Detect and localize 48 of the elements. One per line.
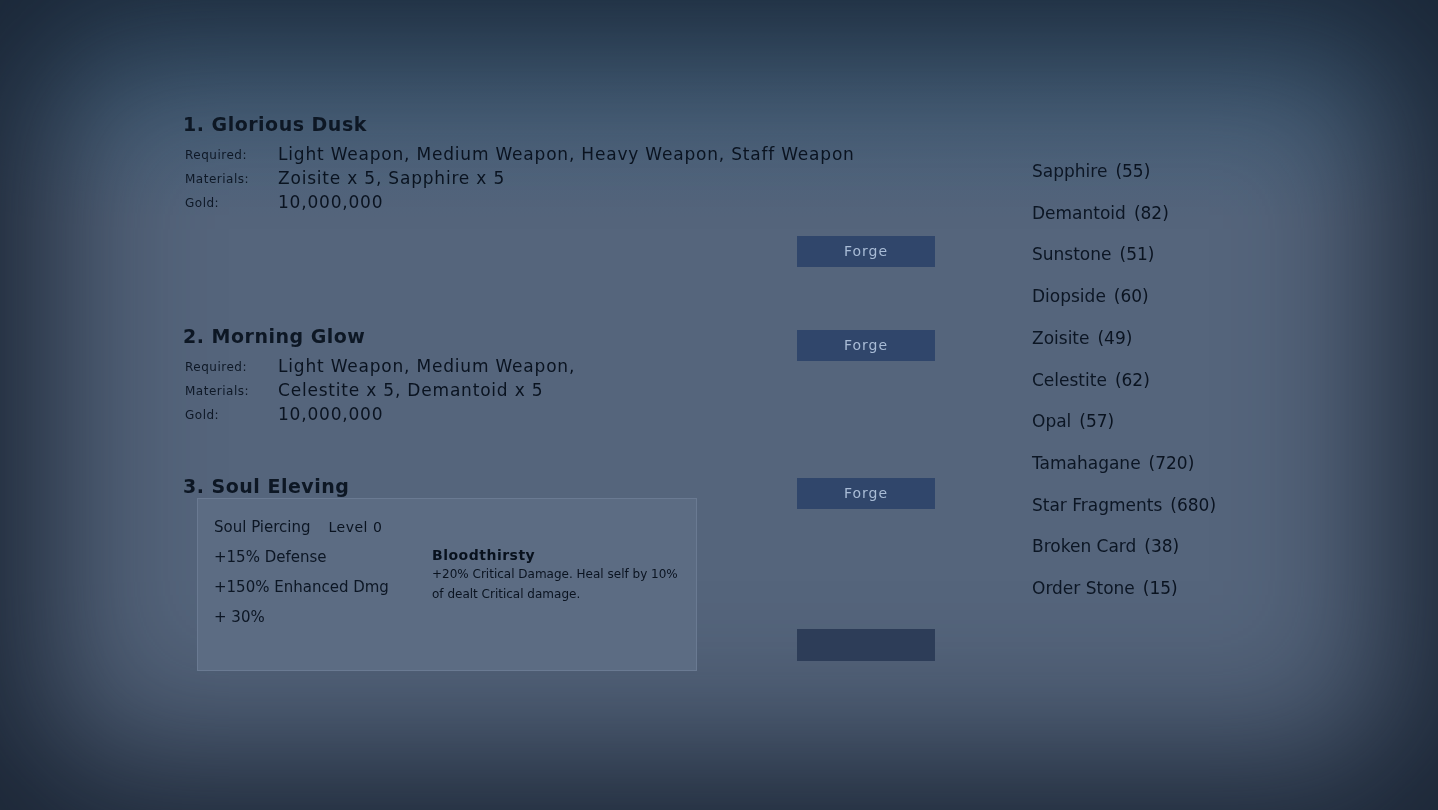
material-count: (38) <box>1144 535 1180 559</box>
material-name: Tamahagane <box>1032 451 1141 475</box>
skill-level: Level 0 <box>328 517 383 537</box>
recipe-title: 2. Morning Glow <box>183 324 366 348</box>
field-label: Required: <box>185 147 247 164</box>
field-label: Gold: <box>185 407 220 424</box>
material-name: Diopside <box>1032 285 1106 309</box>
effect-description: +20% Critical Damage. Heal self by 10% of dealt Critical damage. <box>432 566 679 603</box>
material-count: (57) <box>1079 410 1115 434</box>
skill-name: Soul Piercing <box>214 516 311 538</box>
material-name: Broken Card <box>1032 535 1137 559</box>
field-value: 10,000,000 <box>278 403 384 427</box>
field-label: Materials: <box>185 171 250 188</box>
forge-button[interactable]: Forge <box>797 330 935 361</box>
recipe-title: 3. Soul Eleving <box>183 474 350 498</box>
material-name: Sunstone <box>1032 243 1112 267</box>
material-name: Order Stone <box>1032 576 1135 600</box>
effect-name: Bloodthirsty <box>432 546 536 564</box>
material-count: (720) <box>1148 451 1195 475</box>
forge-button[interactable]: Forge <box>797 236 935 267</box>
field-value: Zoisite x 5, Sapphire x 5 <box>278 167 505 191</box>
field-label: Materials: <box>185 383 250 400</box>
field-value: Celestite x 5, Demantoid x 5 <box>278 379 544 403</box>
bonus-text: +15% Defense <box>214 546 327 568</box>
bonus-text: + 30% <box>214 606 265 628</box>
blank-button[interactable] <box>797 629 935 661</box>
material-count: (49) <box>1097 326 1133 350</box>
material-count: (55) <box>1115 160 1151 184</box>
material-count: (62) <box>1114 368 1150 392</box>
material-name: Demantoid <box>1032 201 1126 225</box>
field-label: Gold: <box>185 195 220 212</box>
field-label: Required: <box>185 359 247 376</box>
field-value: 10,000,000 <box>278 191 384 215</box>
material-count: (680) <box>1170 493 1217 517</box>
bonus-text: +150% Enhanced Dmg <box>214 576 389 598</box>
material-name: Sapphire <box>1032 160 1108 184</box>
material-name: Star Fragments <box>1032 493 1163 517</box>
material-name: Opal <box>1032 410 1072 434</box>
forge-button[interactable]: Forge <box>797 478 935 509</box>
material-name: Zoisite <box>1032 326 1090 350</box>
field-value: Light Weapon, Medium Weapon, Heavy Weapon, Staff Weapon <box>278 143 855 167</box>
material-count: (15) <box>1142 576 1178 600</box>
recipe-title: 1. Glorious Dusk <box>183 112 367 136</box>
field-value: Light Weapon, Medium Weapon, <box>278 355 576 379</box>
material-count: (82) <box>1133 201 1169 225</box>
material-count: (60) <box>1113 285 1149 309</box>
material-name: Celestite <box>1032 368 1107 392</box>
material-count: (51) <box>1119 243 1155 267</box>
